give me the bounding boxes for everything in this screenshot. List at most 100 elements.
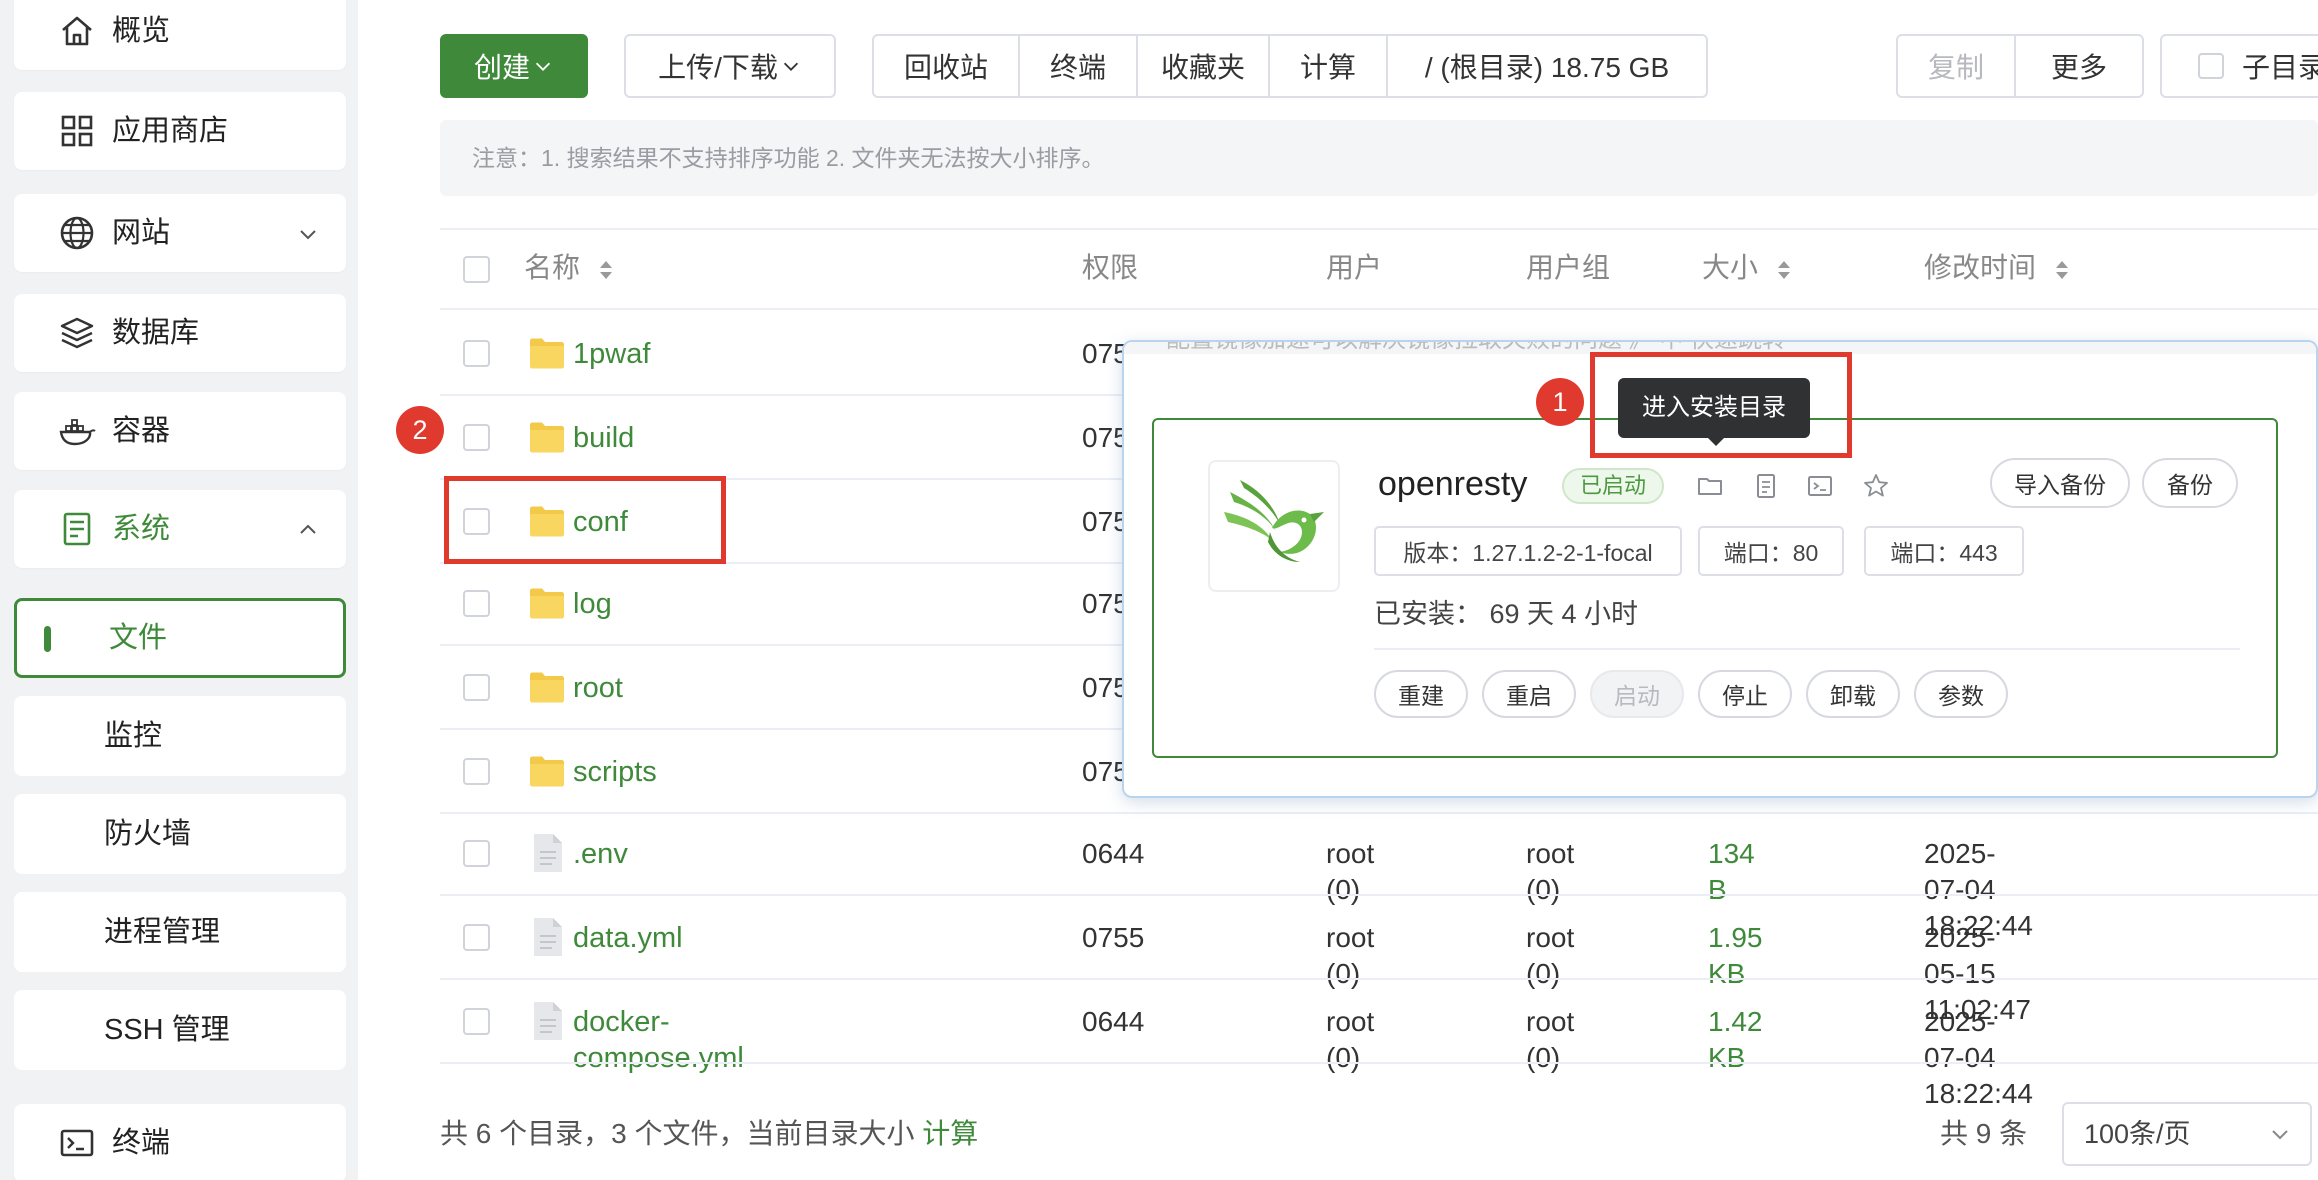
sidebar-item-label: 概览: [112, 15, 171, 47]
sidebar-subitem-files[interactable]: 文件: [14, 598, 346, 678]
subdirectory-toggle[interactable]: 子目录: [2160, 34, 2318, 98]
sort-icon: [2055, 260, 2068, 279]
col-header-user: 用户: [1326, 252, 1383, 283]
terminal-button[interactable]: 终端: [1020, 36, 1138, 96]
group-cell: root (0): [1526, 922, 1575, 989]
footer-calc-link[interactable]: 计算: [922, 1118, 978, 1149]
file-name-link[interactable]: docker-compose.yml: [573, 1004, 744, 1076]
sidebar-item-overview[interactable]: 概览: [14, 0, 346, 70]
col-header-name-label: 名称: [524, 252, 581, 283]
app-card: openresty 已启动 导入备份 备份 版本：1.27.1.2-2-1-fo…: [1152, 418, 2278, 758]
file-name-link[interactable]: data.yml: [573, 920, 683, 956]
sidebar-subitem-label: 进程管理: [104, 916, 221, 948]
group-cell: root (0): [1526, 1006, 1575, 1073]
file-name-link[interactable]: build: [573, 420, 634, 456]
star-icon[interactable]: [1862, 472, 1890, 500]
recycle-bin-button[interactable]: 回收站: [874, 36, 1020, 96]
sidebar-subitem-ssh[interactable]: SSH 管理: [14, 990, 346, 1070]
sidebar-subitem-label: 文件: [109, 622, 168, 654]
file-icon: [528, 1000, 566, 1042]
col-header-permission: 权限: [1082, 252, 1139, 283]
sidebar-subitem-monitor[interactable]: 监控: [14, 696, 346, 776]
chevron-down-icon: [783, 62, 798, 71]
import-backup-button[interactable]: 导入备份: [1990, 458, 2130, 508]
file-name-link[interactable]: log: [573, 586, 612, 622]
app-name: openresty: [1378, 465, 1528, 503]
sidebar-item-label: 容器: [112, 415, 171, 447]
file-name-link[interactable]: root: [573, 670, 623, 706]
log-document-icon[interactable]: [1752, 472, 1780, 500]
row-checkbox[interactable]: [463, 1008, 490, 1035]
sidebar-subitem-firewall[interactable]: 防火墙: [14, 794, 346, 874]
row-checkbox[interactable]: [463, 924, 490, 951]
col-header-size[interactable]: 大小: [1702, 250, 1792, 286]
copy-button[interactable]: 复制: [1898, 36, 2016, 96]
sidebar-item-system[interactable]: 系统: [14, 490, 346, 568]
create-button[interactable]: 创建: [440, 34, 588, 98]
sidebar-item-label: 应用商店: [112, 115, 229, 147]
sidebar-subitem-label: 监控: [104, 720, 163, 752]
card-divider: [1374, 648, 2240, 650]
sidebar-item-label: 终端: [112, 1127, 171, 1159]
toolbar-button-group: 回收站 终端 收藏夹 计算 / (根目录) 18.75 GB: [872, 34, 1708, 98]
rebuild-button[interactable]: 重建: [1374, 670, 1468, 718]
sidebar-item-app-store[interactable]: 应用商店: [14, 92, 346, 170]
stop-button[interactable]: 停止: [1698, 670, 1792, 718]
row-divider: [440, 978, 2318, 980]
openresty-bird-icon: [1224, 480, 1324, 562]
col-header-name[interactable]: 名称: [524, 250, 614, 286]
sidebar-subitem-process[interactable]: 进程管理: [14, 892, 346, 972]
file-name-link[interactable]: 1pwaf: [573, 336, 650, 372]
start-button[interactable]: 启动: [1590, 670, 1684, 718]
docker-whale-icon: [59, 419, 96, 446]
copy-more-group: 复制 更多: [1896, 34, 2144, 98]
subdirectory-checkbox[interactable]: [2198, 53, 2224, 79]
upload-download-label: 上传/下载: [658, 52, 778, 83]
upload-download-button[interactable]: 上传/下载: [624, 34, 836, 98]
backup-button[interactable]: 备份: [2142, 458, 2238, 508]
row-checkbox[interactable]: [463, 590, 490, 617]
row-checkbox[interactable]: [463, 758, 490, 785]
sidebar-item-database[interactable]: 数据库: [14, 294, 346, 372]
row-divider: [440, 1062, 2318, 1064]
calculate-button[interactable]: 计算: [1270, 36, 1388, 96]
select-all-checkbox[interactable]: [463, 256, 490, 283]
page-size-select[interactable]: 100条/页: [2062, 1102, 2312, 1166]
row-checkbox[interactable]: [463, 674, 490, 701]
sidebar-item-website[interactable]: 网站: [14, 194, 346, 272]
status-badge: 已启动: [1562, 468, 1665, 504]
page-size-value: 100条/页: [2084, 1119, 2191, 1149]
size-cell[interactable]: 1.42 KB: [1708, 1004, 1763, 1076]
restart-button[interactable]: 重启: [1482, 670, 1576, 718]
file-name-link[interactable]: .env: [573, 836, 628, 872]
sidebar: 概览 应用商店 网站 数据库 容器 系统 文件 监控 防火墙 进程管理 SSH …: [0, 0, 358, 1180]
row-checkbox[interactable]: [463, 424, 490, 451]
folder-open-icon[interactable]: [1696, 472, 1724, 500]
openresty-logo: [1208, 460, 1340, 592]
row-divider: [440, 894, 2318, 896]
globe-icon: [60, 216, 94, 250]
file-icon: [528, 916, 566, 958]
favorites-button[interactable]: 收藏夹: [1138, 36, 1270, 96]
folder-icon: [528, 754, 566, 788]
modified-time-cell: 2025-07-04 18:22:44: [1924, 1006, 2033, 1109]
chevron-down-icon: [2272, 1130, 2288, 1140]
uninstall-button[interactable]: 卸载: [1806, 670, 1900, 718]
size-cell[interactable]: 134 B: [1708, 836, 1755, 908]
sidebar-item-container[interactable]: 容器: [14, 392, 346, 470]
parameters-button[interactable]: 参数: [1914, 670, 2008, 718]
system-document-icon: [63, 512, 91, 546]
terminal-icon[interactable]: [1806, 472, 1834, 500]
col-header-group: 用户组: [1526, 252, 1611, 283]
row-checkbox[interactable]: [463, 340, 490, 367]
size-cell[interactable]: 1.95 KB: [1708, 920, 1763, 992]
path-size-display[interactable]: / (根目录) 18.75 GB: [1388, 36, 1706, 96]
file-name-link[interactable]: scripts: [573, 754, 657, 790]
col-header-modified[interactable]: 修改时间: [1924, 250, 2070, 286]
sidebar-item-terminal[interactable]: 终端: [14, 1104, 346, 1180]
folder-icon: [528, 670, 566, 704]
row-checkbox[interactable]: [463, 840, 490, 867]
more-button[interactable]: 更多: [2016, 36, 2142, 96]
row-divider: [440, 308, 2318, 310]
sidebar-item-label: 系统: [112, 513, 171, 545]
